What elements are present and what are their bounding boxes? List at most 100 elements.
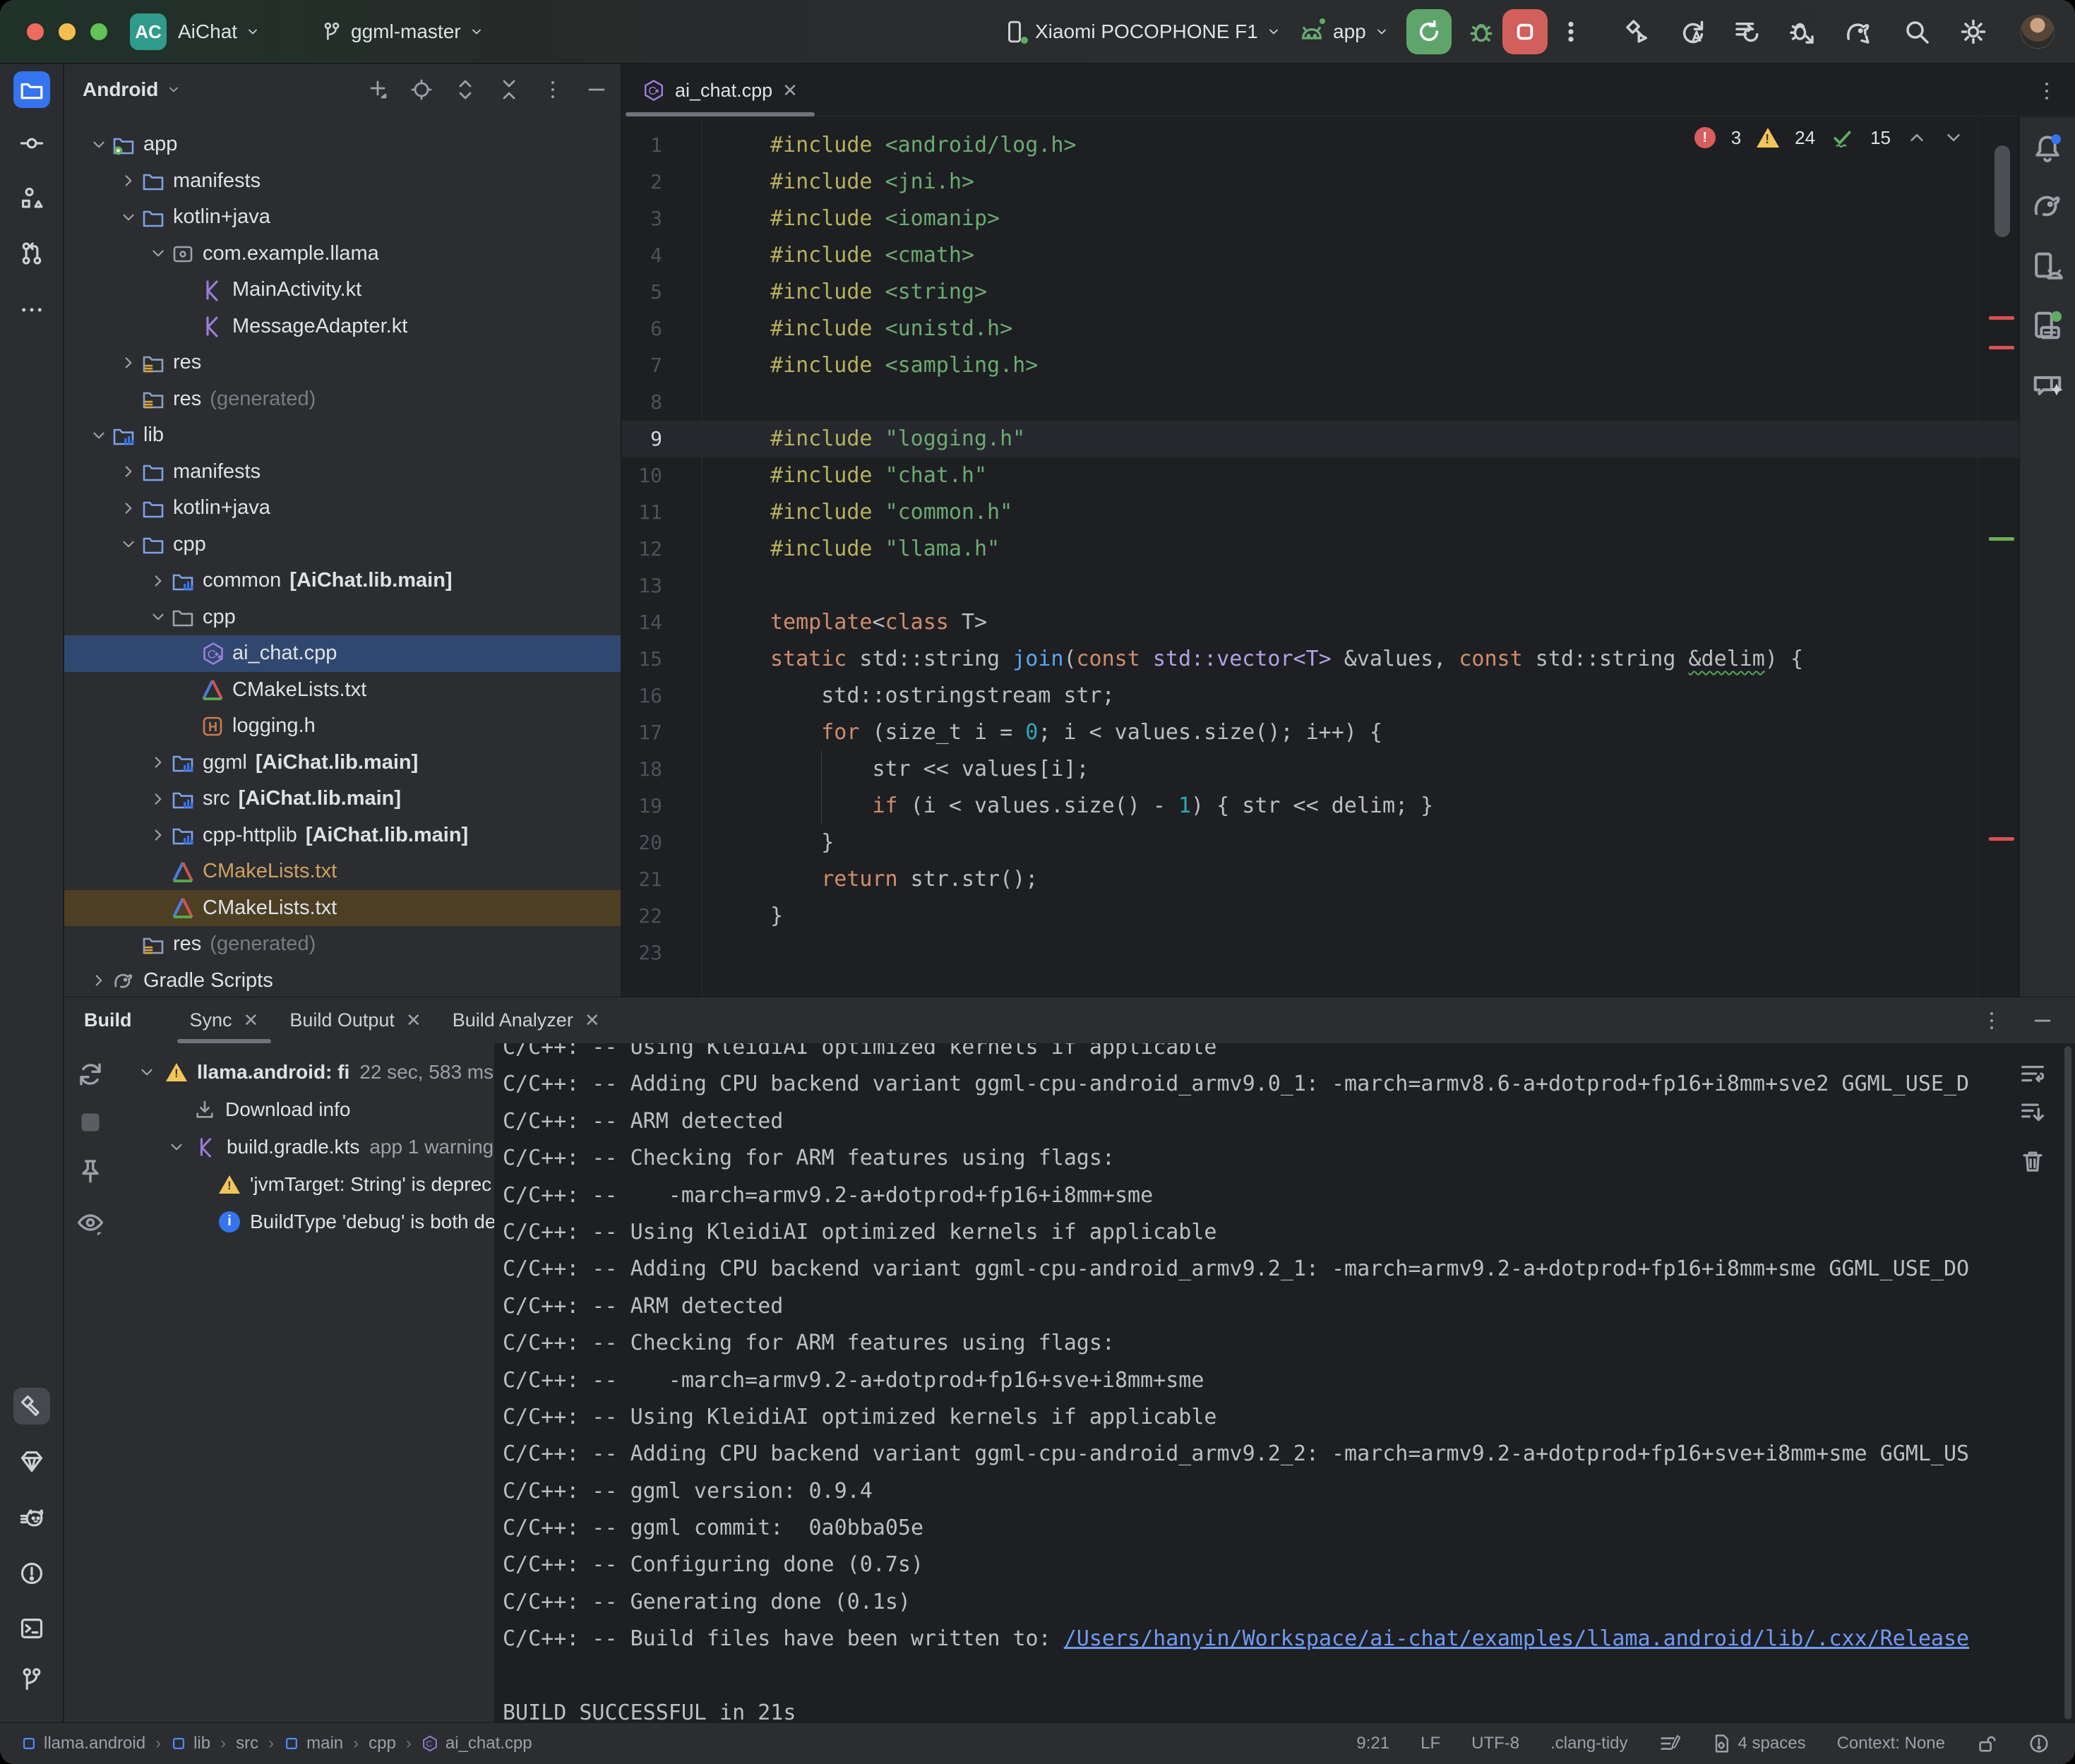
hide-panel-icon[interactable] [585,78,608,101]
project-view-selector[interactable]: Android [83,78,158,101]
error-stripe-mark[interactable] [1989,316,2014,320]
git-tool-button[interactable] [13,1661,50,1698]
code-style-config[interactable]: .clang-tidy [1550,1734,1627,1753]
tree-item[interactable]: src [AiChat.lib.main] [64,781,621,817]
breadcrumb-module[interactable]: main [284,1734,343,1753]
structure-tool-button[interactable] [13,180,50,217]
hide-build-panel-icon[interactable] [2031,1009,2054,1032]
gradle-panel-icon[interactable] [2031,189,2064,225]
project-tool-button[interactable] [13,71,50,108]
tree-item[interactable]: MessageAdapter.kt [64,308,621,345]
tree-item[interactable]: MainActivity.kt [64,272,621,308]
close-tab-icon[interactable]: ✕ [406,1009,421,1031]
clear-console-trash-icon[interactable] [2019,1148,2046,1175]
close-tab-icon[interactable]: ✕ [585,1009,600,1031]
build-tab-output[interactable]: Build Output✕ [274,997,436,1043]
locate-file-icon[interactable] [410,78,433,101]
build-tree-warning[interactable]: 'jvmTarget: String' is deprec [116,1165,494,1203]
code-line[interactable]: 18 str << values[i]; [622,751,2019,788]
file-encoding[interactable]: UTF-8 [1471,1734,1519,1753]
panel-options-icon[interactable] [542,78,564,101]
problems-tool-button[interactable] [13,1555,50,1592]
error-stripe-mark[interactable] [1989,837,2014,841]
code-line[interactable]: 14 template<class T> [622,604,2019,641]
gemini-chat-icon[interactable] [2031,368,2064,404]
code-line[interactable]: 7 #include <sampling.h> [622,347,2019,384]
stop-button[interactable] [1502,9,1548,54]
pull-requests-tool-button[interactable] [13,235,50,272]
editor-scrollbar-thumb[interactable] [1995,145,2010,237]
tree-item[interactable]: res (generated) [64,926,621,963]
error-stripe-mark[interactable] [1989,346,2014,349]
code-line[interactable]: 19 if (i < values.size() - 1) { str << d… [622,788,2019,824]
breadcrumb-module[interactable]: llama.android [21,1734,145,1753]
code-line[interactable]: 2 #include <jni.h> [622,164,2019,200]
pin-tab-icon[interactable] [76,1158,104,1186]
debug-button[interactable] [1467,18,1495,46]
tree-item[interactable]: cpp [64,599,621,636]
project-selector[interactable]: AiChat [178,0,260,64]
build-hammer-icon[interactable] [1624,18,1652,46]
build-tree-download-info[interactable]: Download info [116,1091,494,1128]
breadcrumb-module[interactable]: lib [171,1734,210,1753]
tree-item[interactable]: lib [64,417,621,454]
add-icon[interactable] [366,78,389,101]
breadcrumb-folder[interactable]: src [236,1734,258,1753]
stop-sync-icon[interactable] [76,1108,104,1136]
tree-item[interactable]: manifests [64,163,621,200]
rerun-sync-icon[interactable] [76,1060,104,1088]
inspections-widget-icon[interactable] [1659,1733,1680,1754]
more-tool-windows-button[interactable] [13,292,50,328]
settings-gear-icon[interactable] [1959,18,1987,46]
collapse-all-icon[interactable] [498,78,520,101]
code-line[interactable]: 8 [622,384,2019,421]
attach-debugger-icon[interactable] [1788,18,1816,46]
tree-item[interactable]: kotlin+java [64,490,621,527]
code-editor[interactable]: 1 #include <android/log.h> 2 #include <j… [622,117,2019,997]
build-tree-gradle-file[interactable]: build.gradle.kts app 1 warning [116,1128,494,1165]
unlock-icon[interactable] [1976,1733,1997,1754]
more-actions-menu[interactable] [1557,18,1585,46]
tree-item[interactable]: CMakeLists.txt [64,853,621,890]
next-problem-icon[interactable] [1943,127,1964,148]
project-icon[interactable]: AC [130,13,167,50]
tree-item[interactable]: res (generated) [64,381,621,418]
close-tab-icon[interactable]: ✕ [782,80,798,102]
code-line[interactable]: 22 } [622,898,2019,935]
apply-changes-icon[interactable] [1733,18,1762,46]
code-line[interactable]: 13 [622,568,2019,604]
tree-item[interactable]: CMakeLists.txt [64,890,621,927]
run-config-selector[interactable]: app [1299,0,1389,64]
breadcrumb-file[interactable]: C ai_chat.cpp [421,1734,532,1753]
view-options-eye-icon[interactable] [76,1208,104,1237]
tree-item[interactable]: CMakeLists.txt [64,672,621,709]
code-line[interactable]: 5 #include <string> [622,274,2019,311]
code-line[interactable]: 21 return str.str(); [622,861,2019,898]
tree-item[interactable]: Gradle Scripts [64,963,621,1000]
code-line[interactable]: 11 #include "common.h" [622,494,2019,531]
prev-problem-icon[interactable] [1906,127,1927,148]
macos-zoom-button[interactable] [90,23,107,40]
code-line[interactable]: 23 [622,935,2019,971]
tree-item[interactable]: manifests [64,454,621,491]
inspections-widget[interactable]: ! 3 24 15 [1694,126,1964,150]
close-tab-icon[interactable]: ✕ [244,1009,259,1031]
tree-item[interactable]: cpp [64,527,621,563]
device-manager-icon[interactable] [2031,250,2064,286]
build-tree-root[interactable]: llama.android: fi 22 sec, 583 ms [116,1053,494,1091]
sync-project-icon[interactable] [1679,18,1707,46]
build-window-title[interactable]: Build [84,1009,132,1031]
context-widget[interactable]: Context: None [1837,1734,1945,1753]
code-line[interactable]: 12 #include "llama.h" [622,531,2019,568]
vcs-branch-selector[interactable]: ggml-master [321,0,484,64]
build-tab-analyzer[interactable]: Build Analyzer✕ [437,997,616,1043]
tree-item[interactable]: cpp-httplib [AiChat.lib.main] [64,817,621,854]
running-devices-icon[interactable] [2031,309,2064,345]
console-scrollbar[interactable] [2064,1046,2071,1720]
terminal-tool-button[interactable] [13,1610,50,1647]
code-line[interactable]: 17 for (size_t i = 0; i < values.size();… [622,714,2019,751]
code-line[interactable]: 9 #include "logging.h" [622,421,2019,457]
build-tab-sync[interactable]: Sync✕ [174,997,275,1043]
code-line[interactable]: 16 std::ostringstream str; [622,678,2019,714]
build-tree-info[interactable]: i BuildType 'debug' is both de [116,1203,494,1240]
